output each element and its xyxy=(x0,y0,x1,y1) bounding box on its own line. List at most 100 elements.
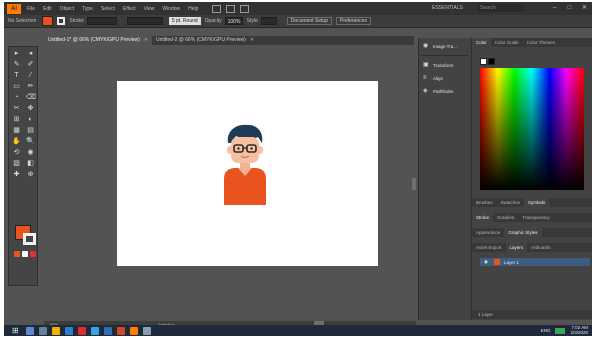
tab-color[interactable]: Color xyxy=(472,38,491,47)
shaper-tool-icon[interactable]: ◔ xyxy=(12,94,21,102)
shape-builder-tool-icon[interactable]: ⊞ xyxy=(12,116,21,124)
symbol-sprayer-tool-icon[interactable]: ◧ xyxy=(26,160,35,168)
workspace-switcher[interactable]: ESSENTIALS xyxy=(432,4,463,12)
color-mode-icon[interactable] xyxy=(14,251,20,257)
fill-stroke-widget[interactable] xyxy=(15,225,39,247)
eraser-tool-icon[interactable]: ⌫ xyxy=(26,94,36,102)
line-tool-icon[interactable]: ⁄ xyxy=(26,72,35,80)
tab-color-themes[interactable]: Color Themes xyxy=(523,38,559,47)
layer-name[interactable]: Layer 1 xyxy=(504,260,519,265)
language-indicator[interactable]: ENG xyxy=(541,328,551,333)
curvature-tool-icon[interactable]: ✐ xyxy=(26,61,35,69)
menu-effect[interactable]: Effect xyxy=(123,6,136,12)
chrome-icon[interactable] xyxy=(78,326,86,335)
opacity-field[interactable]: 100% xyxy=(224,17,243,25)
artboard[interactable] xyxy=(117,81,378,266)
character-illustration[interactable] xyxy=(222,123,268,205)
stroke-swatch[interactable] xyxy=(57,17,66,25)
panel-pathfinder[interactable]: ◈ Pathfinder xyxy=(419,86,471,96)
close-icon[interactable]: ✕ xyxy=(144,37,148,43)
menu-view[interactable]: View xyxy=(144,6,155,12)
bridge-icon[interactable] xyxy=(212,4,222,13)
illustrator-icon[interactable] xyxy=(130,326,138,335)
document-setup-button[interactable]: Document Setup xyxy=(286,17,332,25)
variable-width-field[interactable] xyxy=(126,17,163,25)
panel-image-trace[interactable]: ◉ Image Tra... xyxy=(419,41,471,51)
gradient-mode-icon[interactable] xyxy=(22,251,28,257)
tab-gradient[interactable]: Gradient xyxy=(493,213,518,222)
direct-selection-tool-icon[interactable]: ◂ xyxy=(26,50,35,58)
tab-appearance[interactable]: Appearance xyxy=(472,228,504,237)
search-input[interactable]: Search xyxy=(478,4,524,12)
app-icon[interactable] xyxy=(143,326,151,335)
edge-icon[interactable] xyxy=(65,326,73,335)
fill-swatch[interactable] xyxy=(42,16,54,26)
color-spectrum-picker[interactable] xyxy=(480,68,584,190)
tab-asset-export[interactable]: Asset Export xyxy=(472,243,506,252)
powerpoint-icon[interactable] xyxy=(117,326,125,335)
menu-window[interactable]: Window xyxy=(162,6,180,12)
type-tool-icon[interactable]: T xyxy=(12,72,21,80)
stroke-weight-field[interactable] xyxy=(86,17,117,25)
rectangle-tool-icon[interactable]: ▭ xyxy=(12,83,21,91)
minimize-button[interactable]: – xyxy=(551,4,558,12)
menu-file[interactable]: File xyxy=(27,6,35,12)
clock[interactable]: 7:02 AM 2/3/2020 xyxy=(565,325,588,335)
panel-align[interactable]: ≡ Align xyxy=(419,73,471,83)
maximize-button[interactable]: □ xyxy=(566,4,573,12)
scissors-tool-icon[interactable]: ✂ xyxy=(12,105,21,113)
store-icon[interactable] xyxy=(91,326,99,335)
word-icon[interactable] xyxy=(104,326,112,335)
mesh-tool-icon[interactable]: ▦ xyxy=(12,127,21,135)
style-dropdown[interactable] xyxy=(260,17,277,25)
pencil-tool-icon[interactable]: ✏ xyxy=(26,83,35,91)
black-swatch[interactable] xyxy=(488,58,495,65)
windows-start-icon[interactable]: ⊞ xyxy=(12,326,20,335)
close-button[interactable]: ✕ xyxy=(581,4,588,12)
brush-definition-dropdown[interactable]: 5 pt. Round xyxy=(168,17,201,25)
battery-icon[interactable] xyxy=(555,327,566,334)
layer-row[interactable]: ◉ Layer 1 xyxy=(480,258,590,266)
tab-stroke[interactable]: Stroke xyxy=(472,213,494,222)
tab-layers[interactable]: Layers xyxy=(505,243,528,252)
gradient-tool-icon[interactable]: ▤ xyxy=(26,127,35,135)
tab-brushes[interactable]: Brushes xyxy=(472,198,497,207)
pen-tool-icon[interactable]: ✎ xyxy=(12,61,21,69)
free-transform-tool-icon[interactable]: ✥ xyxy=(26,105,35,113)
doc-tab[interactable]: Untitled-2 @ 66% (CMYK/GPU Preview) ✕ xyxy=(152,36,258,45)
menu-edit[interactable]: Edit xyxy=(43,6,52,12)
eye-icon[interactable]: ◉ xyxy=(484,259,488,265)
tab-color-guide[interactable]: Color Guide xyxy=(491,38,523,47)
preferences-button[interactable]: Preferences xyxy=(336,17,371,25)
hand-tool-icon[interactable]: ✋ xyxy=(12,138,21,146)
arrange-icon[interactable] xyxy=(226,4,236,13)
doc-tab-active[interactable]: Untitled-1* @ 66% (CMYK/GPU Preview) ✕ xyxy=(44,36,152,45)
live-paint-tool-icon[interactable]: ◐ xyxy=(26,116,35,124)
tab-artboards[interactable]: Artboards xyxy=(527,243,555,252)
tab-swatches[interactable]: Swatches xyxy=(497,198,525,207)
tab-symbols[interactable]: Symbols xyxy=(524,198,550,207)
canvas-area[interactable] xyxy=(44,45,416,321)
slice-tool-icon[interactable]: ⊕ xyxy=(26,171,35,179)
file-explorer-icon[interactable] xyxy=(52,326,60,335)
none-mode-icon[interactable] xyxy=(30,251,36,257)
menu-help[interactable]: Help xyxy=(188,6,198,12)
eyedropper-tool-icon[interactable]: ◉ xyxy=(26,149,35,157)
menu-object[interactable]: Object xyxy=(60,6,74,12)
menu-type[interactable]: Type xyxy=(82,6,93,12)
task-view-icon[interactable] xyxy=(39,326,47,335)
gpu-icon[interactable] xyxy=(240,4,250,13)
tab-transparency[interactable]: Transparency xyxy=(518,213,553,222)
zoom-tool-icon[interactable]: 🔍 xyxy=(26,138,35,146)
vertical-scrollbar[interactable] xyxy=(412,178,416,190)
tab-graphic-styles[interactable]: Graphic Styles xyxy=(504,228,542,237)
search-icon[interactable] xyxy=(26,326,34,335)
rotate-tool-icon[interactable]: ⟲ xyxy=(12,149,21,157)
menu-select[interactable]: Select xyxy=(101,6,115,12)
close-icon[interactable]: ✕ xyxy=(250,37,254,43)
panel-transform[interactable]: ▣ Transform xyxy=(419,60,471,70)
selection-tool-icon[interactable]: ▸ xyxy=(12,50,21,58)
artboard-tool-icon[interactable]: ✚ xyxy=(12,171,21,179)
stroke-color-box[interactable] xyxy=(23,233,36,245)
white-swatch[interactable] xyxy=(480,58,487,65)
